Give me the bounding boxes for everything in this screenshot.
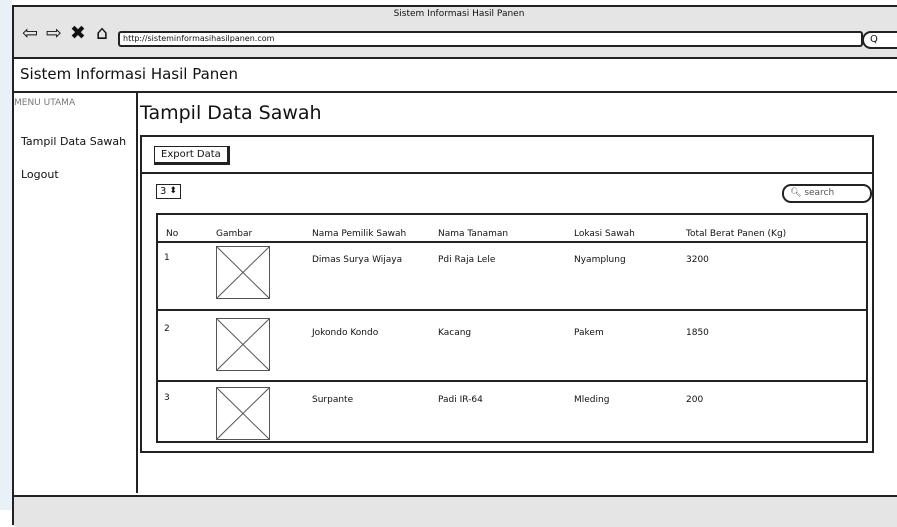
cell-weight: 3200 bbox=[686, 255, 709, 265]
sidebar-item-tampil-data-sawah[interactable]: Tampil Data Sawah bbox=[21, 135, 126, 148]
cell-location: Nyamplung bbox=[574, 255, 626, 265]
data-panel: Export Data 3 ⬍ 🔍︎ search No Gambar Nama… bbox=[140, 135, 874, 453]
app-header: Sistem Informasi Hasil Panen bbox=[14, 59, 897, 93]
cell-owner: Jokondo Kondo bbox=[312, 328, 379, 338]
app-title: Sistem Informasi Hasil Panen bbox=[20, 65, 239, 83]
column-header-tanaman: Nama Tanaman bbox=[438, 229, 509, 239]
page-size-stepper[interactable]: 3 ⬍ bbox=[156, 184, 181, 199]
column-header-lokasi: Lokasi Sawah bbox=[574, 229, 635, 239]
left-edge-strip bbox=[0, 0, 12, 510]
sidebar-item-logout[interactable]: Logout bbox=[21, 168, 59, 181]
cell-no: 3 bbox=[164, 393, 170, 403]
row-divider bbox=[158, 309, 866, 311]
column-header-gambar: Gambar bbox=[216, 229, 253, 239]
cell-weight: 1850 bbox=[686, 328, 709, 338]
window-title: Sistem Informasi Hasil Panen bbox=[393, 9, 525, 19]
forward-arrow-icon[interactable]: ⇨ bbox=[44, 23, 64, 43]
footer-bar bbox=[14, 495, 897, 527]
url-bar[interactable]: http://sisteminformasihasilpanen.com bbox=[118, 31, 863, 47]
header-divider bbox=[158, 241, 866, 243]
column-header-no: No bbox=[166, 229, 179, 239]
cell-weight: 200 bbox=[686, 395, 704, 405]
browser-search-button[interactable]: Q bbox=[862, 31, 897, 49]
menu-heading: MENU UTAMA bbox=[14, 98, 76, 108]
export-data-button[interactable]: Export Data bbox=[154, 146, 230, 165]
search-placeholder: search bbox=[804, 188, 835, 198]
page-title: Tampil Data Sawah bbox=[140, 102, 322, 124]
close-icon[interactable]: ✖ bbox=[68, 23, 88, 43]
cell-crop: Kacang bbox=[438, 328, 472, 338]
cell-location: Pakem bbox=[574, 328, 604, 338]
browser-search-icon: Q bbox=[870, 34, 878, 45]
panel-divider bbox=[142, 172, 872, 174]
browser-titlebar: Sistem Informasi Hasil Panen ⇦ ⇨ ✖ ⌂ htt… bbox=[14, 7, 897, 59]
home-icon[interactable]: ⌂ bbox=[92, 23, 112, 43]
sidebar: MENU UTAMA Tampil Data Sawah Logout bbox=[14, 93, 138, 493]
browser-nav: ⇦ ⇨ ✖ ⌂ bbox=[20, 23, 112, 43]
cell-owner: Dimas Surya Wijaya bbox=[312, 255, 403, 265]
data-table: No Gambar Nama Pemilik Sawah Nama Tanama… bbox=[156, 213, 868, 443]
back-arrow-icon[interactable]: ⇦ bbox=[20, 23, 40, 43]
row-divider bbox=[158, 380, 866, 382]
search-icon: 🔍︎ bbox=[790, 188, 802, 198]
column-header-berat: Total Berat Panen (Kg) bbox=[686, 229, 787, 239]
cell-owner: Surpante bbox=[312, 395, 354, 405]
column-header-pemilik: Nama Pemilik Sawah bbox=[312, 229, 407, 239]
table-search-input[interactable]: 🔍︎ search bbox=[782, 184, 872, 203]
cell-no: 2 bbox=[164, 324, 170, 334]
up-down-arrows-icon[interactable]: ⬍ bbox=[169, 187, 177, 196]
image-placeholder-icon bbox=[216, 387, 270, 440]
image-placeholder-icon bbox=[216, 246, 270, 299]
cell-crop: Padi IR-64 bbox=[438, 395, 483, 405]
image-placeholder-icon bbox=[216, 318, 270, 371]
cell-location: Mleding bbox=[574, 395, 610, 405]
page-size-value: 3 bbox=[160, 186, 167, 197]
cell-crop: Pdi Raja Lele bbox=[438, 255, 496, 265]
cell-no: 1 bbox=[164, 253, 170, 263]
